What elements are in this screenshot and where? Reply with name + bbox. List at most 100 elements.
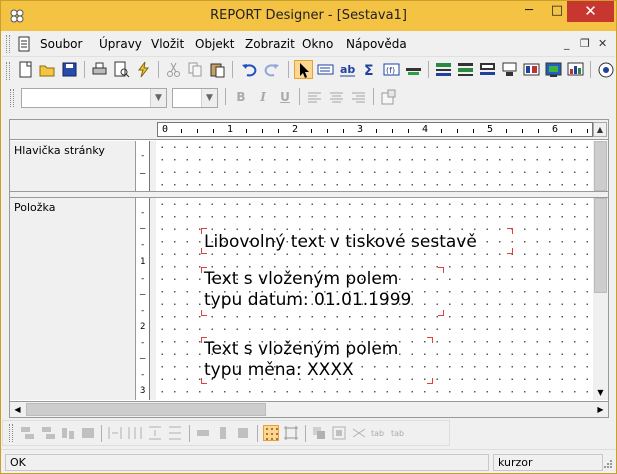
label-tool-icon[interactable]: ab [338,60,357,79]
scroll-down-button[interactable]: ▼ [593,386,608,400]
show-grid-icon[interactable] [283,425,299,441]
align-right-icon[interactable] [349,88,368,107]
sum-tool-icon[interactable]: Σ [360,60,379,79]
align-objects-top-icon[interactable] [60,425,76,441]
menu-soubor[interactable]: Soubor [40,37,82,51]
scroll-up-button[interactable]: ▲ [593,122,607,137]
subreport-icon[interactable] [522,60,541,79]
print-icon[interactable] [90,60,109,79]
chevron-down-icon[interactable]: ▼ [201,89,217,107]
menu-upravy[interactable]: Úpravy [99,37,142,51]
save-icon[interactable] [60,60,79,79]
print-preview-icon[interactable] [112,60,131,79]
open-icon[interactable] [38,60,57,79]
italic-button[interactable]: I [253,88,273,107]
pointer-tool-icon[interactable] [294,60,313,79]
properties-icon[interactable] [379,88,398,107]
vertical-scroll-thumb[interactable] [594,198,607,293]
help-icon[interactable] [596,60,615,79]
close-button[interactable]: ✕ [567,1,614,22]
align-left-icon[interactable] [305,88,324,107]
line-tool-icon[interactable] [404,60,423,79]
chart-icon[interactable] [566,60,585,79]
new-icon[interactable] [16,60,35,79]
alignment-toolbar-grip[interactable] [9,424,13,442]
mdi-close-button[interactable]: ✕ [598,37,607,50]
snap-to-grid-icon[interactable] [263,425,279,441]
tab-order-icon[interactable]: tab [371,425,387,441]
space-vertical-icon[interactable] [147,425,163,441]
vertical-scrollbar[interactable]: ▼ [593,198,608,400]
paste-icon[interactable] [208,60,227,79]
scroll-left-button[interactable]: ◀ [10,402,25,417]
scroll-right-button[interactable]: ▶ [593,402,608,417]
standard-toolbar: ab Σ (f) [2,58,615,84]
underline-button[interactable]: U [275,88,295,107]
same-height-icon[interactable] [215,425,231,441]
format-toolbar-grip[interactable] [10,89,14,107]
vertical-scrollbar-top[interactable] [593,141,608,191]
minimize-button[interactable]: ─ [516,1,542,22]
toolbar-grip[interactable] [6,62,10,80]
svg-text:tab: tab [391,429,404,438]
item-band[interactable]: Libovolný text v tiskové sestavě Text s … [156,198,593,400]
vruler-number: 1 [140,257,146,267]
report-text-item-2[interactable]: Text s vloženým polem typu datum: 01.01.… [204,269,411,311]
text-field-tool-icon[interactable] [316,60,335,79]
menu-napoveda[interactable]: Nápověda [346,37,407,51]
copy-icon[interactable] [186,60,205,79]
tab-order-reverse-icon[interactable]: tab [391,425,407,441]
mdi-restore-button[interactable]: ❐ [580,37,590,50]
menu-grip[interactable] [6,35,10,53]
ruler-number: 2 [292,124,299,135]
band-separator[interactable] [10,191,608,198]
document-icon[interactable] [16,36,32,52]
function-tool-icon[interactable]: (f) [382,60,401,79]
band-footer-icon[interactable] [500,60,519,79]
same-width-icon[interactable] [195,425,211,441]
align-objects-right-icon[interactable] [40,425,56,441]
app-window: REPORT Designer - [Sestava1] ─ □ ✕ Soubo… [0,0,617,474]
align-objects-left-icon[interactable] [20,425,36,441]
group-icon[interactable] [351,425,367,441]
band-detail-icon[interactable] [478,60,497,79]
run-icon[interactable] [134,60,153,79]
font-size-select[interactable]: ▼ [172,88,218,108]
band-group-icon[interactable] [456,60,475,79]
title-bar[interactable]: REPORT Designer - [Sestava1] ─ □ ✕ [1,1,616,31]
align-center-icon[interactable] [327,88,346,107]
menu-okno[interactable]: Okno [302,37,333,51]
picture-icon[interactable] [544,60,563,79]
align-objects-bottom-icon[interactable] [80,425,96,441]
band-label-item[interactable]: Položka [10,198,136,400]
same-size-icon[interactable] [235,425,251,441]
chevron-down-icon[interactable]: ▼ [150,89,166,107]
format-toolbar: ▼ ▼ B I U [2,85,615,113]
send-to-back-icon[interactable] [331,425,347,441]
report-text-item-3[interactable]: Text s vloženým polem typu měna: XXXX [204,339,398,381]
band-header-icon[interactable] [434,60,453,79]
ruler-number: 6 [552,124,559,135]
font-name-select[interactable]: ▼ [21,88,167,108]
horizontal-scroll-thumb[interactable] [26,403,266,416]
menu-zobrazit[interactable]: Zobrazit [245,37,295,51]
mdi-minimize-button[interactable]: _ [564,37,570,50]
space-vertical-equal-icon[interactable] [167,425,183,441]
space-horizontal-equal-icon[interactable] [127,425,143,441]
ruler-number: 4 [422,124,429,135]
cut-icon[interactable] [164,60,183,79]
resize-grip-icon[interactable] [603,459,613,469]
report-text-item-1[interactable]: Libovolný text v tiskové sestavě [204,232,477,253]
band-label-page-header[interactable]: Hlavička stránky [10,141,136,191]
bring-to-front-icon[interactable] [311,425,327,441]
undo-icon[interactable] [240,60,259,79]
ruler-number: 3 [357,124,364,135]
svg-text:ab: ab [340,63,355,76]
space-horizontal-icon[interactable] [107,425,123,441]
menu-vlozit[interactable]: Vložit [151,37,184,51]
redo-icon[interactable] [262,60,281,79]
bold-button[interactable]: B [231,88,251,107]
horizontal-scrollbar[interactable]: ◀ ▶ [9,401,609,418]
menu-objekt[interactable]: Objekt [195,37,234,51]
page-header-band[interactable] [156,141,593,191]
